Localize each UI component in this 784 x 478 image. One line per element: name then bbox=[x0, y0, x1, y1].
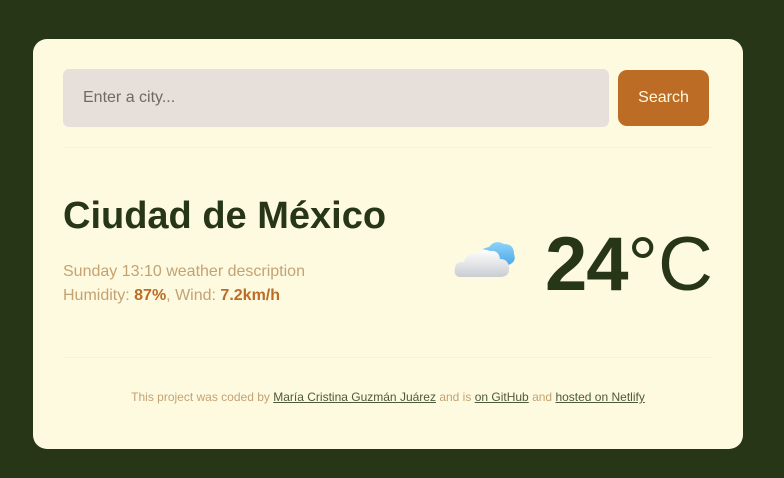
weather-description: weather description bbox=[166, 263, 305, 280]
footer-and: and bbox=[532, 390, 553, 404]
netlify-link[interactable]: hosted on Netlify bbox=[555, 390, 644, 404]
cloud-icon bbox=[453, 235, 517, 283]
search-button[interactable]: Search bbox=[618, 70, 709, 126]
temperature-unit: °C bbox=[627, 222, 713, 307]
weather-card: Search Ciudad de México Sunday 13:10 wea… bbox=[33, 39, 743, 449]
footer-middle: and is bbox=[439, 390, 472, 404]
city-name: Ciudad de México bbox=[63, 195, 387, 237]
day: Sunday bbox=[63, 263, 118, 280]
footer-prefix: This project was coded by bbox=[131, 390, 270, 404]
humidity-label: Humidity: bbox=[63, 287, 130, 304]
humidity-wind-line: Humidity: 87%, Wind: 7.2km/h bbox=[63, 287, 281, 304]
footer: This project was coded by María Cristina… bbox=[33, 390, 743, 404]
time: 13:10 bbox=[121, 263, 162, 280]
github-link[interactable]: on GitHub bbox=[475, 390, 529, 404]
divider bbox=[63, 147, 713, 148]
wind-value: 7.2km/h bbox=[220, 287, 281, 304]
search-form: Search bbox=[63, 69, 709, 127]
temperature-value: 24 bbox=[545, 222, 629, 307]
author-link[interactable]: María Cristina Guzmán Juárez bbox=[273, 390, 436, 404]
humidity-value: 87% bbox=[134, 287, 167, 304]
weather-details: Sunday 13:10 weather description Humidit… bbox=[63, 260, 305, 308]
wind-label: Wind: bbox=[175, 287, 216, 304]
date-description-line: Sunday 13:10 weather description bbox=[63, 260, 305, 284]
city-search-input[interactable] bbox=[63, 69, 609, 127]
temperature-display: 24°C bbox=[545, 221, 713, 308]
divider bbox=[63, 357, 713, 358]
